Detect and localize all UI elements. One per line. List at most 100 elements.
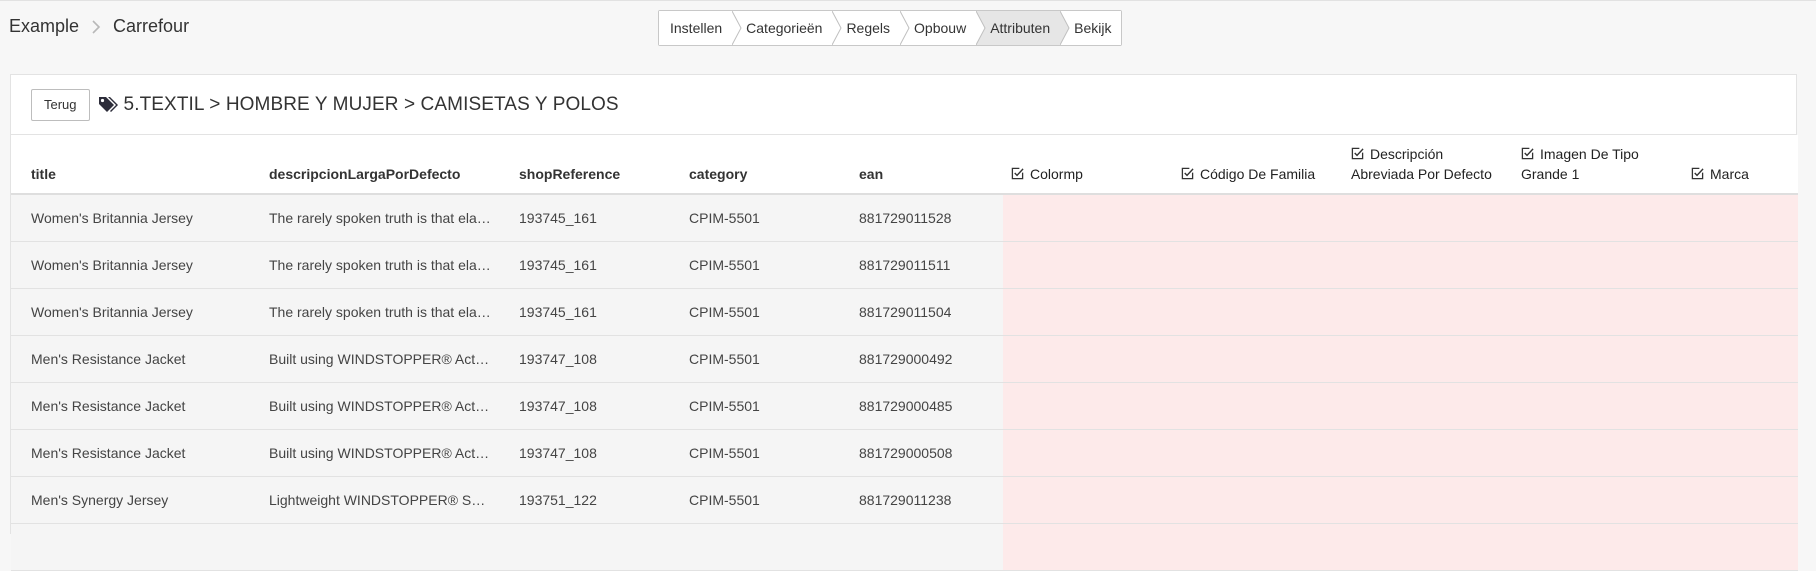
cell-category: CPIM-5501 (669, 429, 839, 477)
step-opbouw[interactable]: Opbouw (900, 11, 986, 45)
cell-descripcionlargapordefecto: The rarely spoken truth is that ela… (249, 194, 499, 242)
empty-attribute-cell[interactable] (1683, 523, 1798, 571)
back-button[interactable]: Terug (31, 88, 90, 121)
empty-attribute-cell[interactable] (1683, 288, 1798, 336)
cell-title: Women's Britannia Jersey (11, 194, 249, 242)
empty-attribute-cell[interactable] (1173, 523, 1343, 571)
table-row[interactable]: Women's Britannia Jersey The rarely spoke… (11, 288, 1798, 336)
empty-attribute-cell[interactable] (1513, 241, 1683, 289)
empty-attribute-cell[interactable] (1683, 335, 1798, 383)
column-header-codigo-de-familia[interactable]: Código De Familia (1173, 135, 1343, 195)
empty-attribute-cell[interactable] (1683, 476, 1798, 524)
column-header-colormp[interactable]: Colormp (1003, 135, 1173, 195)
cell-title: Men's Resistance Jacket (11, 382, 249, 430)
empty-attribute-cell[interactable] (1683, 241, 1798, 289)
empty-attribute-cell[interactable] (1003, 335, 1173, 383)
table-row[interactable] (11, 523, 1798, 571)
empty-attribute-cell[interactable] (1513, 288, 1683, 336)
cell-shopreference: 193745_161 (499, 194, 669, 242)
step-label: Categorieën (746, 20, 823, 36)
empty-attribute-cell[interactable] (1173, 241, 1343, 289)
empty-attribute-cell[interactable] (1513, 523, 1683, 571)
step-arrow-icon (976, 11, 986, 45)
empty-attribute-cell[interactable] (1173, 476, 1343, 524)
empty-attribute-cell[interactable] (1003, 241, 1173, 289)
checkbox-edit-icon[interactable] (1181, 167, 1194, 180)
empty-attribute-cell[interactable] (1343, 429, 1513, 477)
empty-attribute-cell[interactable] (1513, 476, 1683, 524)
empty-attribute-cell[interactable] (1343, 523, 1513, 571)
cell-shopreference (499, 523, 669, 571)
breadcrumb-item-carrefour[interactable]: Carrefour (113, 16, 189, 37)
cell-descripcionlargapordefecto: Lightweight WINDSTOPPER® Sof… (249, 476, 499, 524)
breadcrumb-item-example[interactable]: Example (9, 16, 79, 37)
cell-shopreference: 193747_108 (499, 429, 669, 477)
empty-attribute-cell[interactable] (1003, 288, 1173, 336)
table-row[interactable]: Men's Resistance Jacket Built using WINDS… (11, 429, 1798, 477)
cell-shopreference: 193747_108 (499, 335, 669, 383)
step-attributen[interactable]: Attributen (976, 11, 1070, 45)
empty-attribute-cell[interactable] (1343, 288, 1513, 336)
empty-attribute-cell[interactable] (1513, 429, 1683, 477)
empty-attribute-cell[interactable] (1003, 194, 1173, 242)
category-path-title: 5.TEXTIL > HOMBRE Y MUJER > CAMISETAS Y … (123, 93, 619, 115)
checkbox-edit-icon[interactable] (1351, 147, 1364, 160)
top-bar: Example Carrefour Instellen Categorieën Re… (0, 0, 1816, 54)
table-header-row: title descripcionLargaPorDefecto shopRefer… (11, 135, 1798, 195)
empty-attribute-cell[interactable] (1513, 194, 1683, 242)
empty-attribute-cell[interactable] (1683, 382, 1798, 430)
cell-category: CPIM-5501 (669, 288, 839, 336)
chevron-right-icon (91, 19, 101, 34)
column-header-shopreference: shopReference (499, 135, 669, 195)
empty-attribute-cell[interactable] (1683, 429, 1798, 477)
empty-attribute-cell[interactable] (1513, 335, 1683, 383)
cell-ean: 881729000492 (839, 335, 1003, 383)
empty-attribute-cell[interactable] (1343, 382, 1513, 430)
empty-attribute-cell[interactable] (1003, 476, 1173, 524)
empty-attribute-cell[interactable] (1343, 476, 1513, 524)
cell-title: Men's Resistance Jacket (11, 335, 249, 383)
empty-attribute-cell[interactable] (1173, 382, 1343, 430)
empty-attribute-cell[interactable] (1003, 382, 1173, 430)
empty-attribute-cell[interactable] (1513, 382, 1683, 430)
column-header-label: Código De Familia (1200, 166, 1316, 182)
empty-attribute-cell[interactable] (1343, 194, 1513, 242)
column-header-label-line2: Abreviada Por Defecto (1351, 166, 1492, 182)
step-regels[interactable]: Regels (832, 11, 910, 45)
attribute-mapping-table: title descripcionLargaPorDefecto shopRefer… (11, 135, 1798, 571)
wizard-steps: Instellen Categorieën Regels Opbouw Attribut… (658, 10, 1123, 46)
empty-attribute-cell[interactable] (1003, 429, 1173, 477)
attributes-panel: Terug 5.TEXTIL > HOMBRE Y MUJER > CAMISE… (10, 74, 1798, 571)
checkbox-edit-icon[interactable] (1521, 147, 1534, 160)
table-row[interactable]: Women's Britannia Jersey The rarely spoke… (11, 194, 1798, 242)
column-header-label-line2: Grande 1 (1521, 166, 1580, 182)
step-categorie-n[interactable]: Categorieën (732, 11, 843, 45)
column-header-descripcion[interactable]: Descripción Abreviada Por Defecto (1343, 135, 1513, 195)
empty-attribute-cell[interactable] (1003, 523, 1173, 571)
table-row[interactable]: Men's Resistance Jacket Built using WINDS… (11, 382, 1798, 430)
step-label: Regels (846, 20, 891, 36)
column-header-category: category (669, 135, 839, 195)
table-row[interactable]: Men's Resistance Jacket Built using WINDS… (11, 335, 1798, 383)
cell-category: CPIM-5501 (669, 476, 839, 524)
step-label: Bekijk (1074, 20, 1112, 36)
step-instellen[interactable]: Instellen (659, 11, 742, 45)
empty-attribute-cell[interactable] (1343, 241, 1513, 289)
empty-attribute-cell[interactable] (1173, 335, 1343, 383)
column-header-label: Descripción (1370, 146, 1444, 162)
empty-attribute-cell[interactable] (1173, 288, 1343, 336)
table-row[interactable]: Women's Britannia Jersey The rarely spoke… (11, 241, 1798, 289)
cell-ean: 881729000508 (839, 429, 1003, 477)
checkbox-edit-icon[interactable] (1011, 167, 1024, 180)
empty-attribute-cell[interactable] (1343, 335, 1513, 383)
empty-attribute-cell[interactable] (1683, 194, 1798, 242)
empty-attribute-cell[interactable] (1173, 194, 1343, 242)
cell-title (11, 523, 249, 571)
column-header-marca[interactable]: Marca (1683, 135, 1798, 195)
table-row[interactable]: Men's Synergy Jersey Lightweight WINDSTOP… (11, 476, 1798, 524)
empty-attribute-cell[interactable] (1173, 429, 1343, 477)
checkbox-edit-icon[interactable] (1691, 167, 1704, 180)
cell-category: CPIM-5501 (669, 241, 839, 289)
cell-ean: 881729000485 (839, 382, 1003, 430)
column-header-imagen-de-tipo[interactable]: Imagen De Tipo Grande 1 (1513, 135, 1683, 195)
